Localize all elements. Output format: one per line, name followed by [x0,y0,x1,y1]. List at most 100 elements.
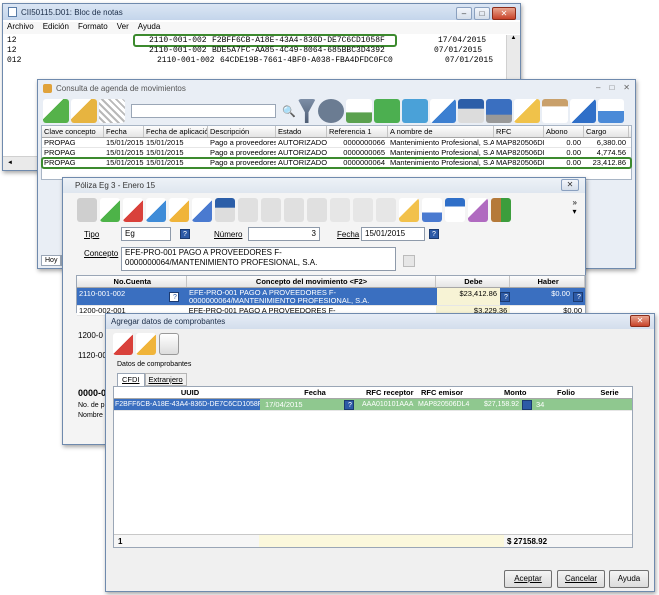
column-header[interactable]: Concepto del movimiento <F2> [187,276,436,287]
concepto-field[interactable]: EFE-PRO-001 PAGO A PROVEEDORES F- 000000… [121,247,396,271]
document-blue-icon[interactable] [569,99,596,123]
column-header[interactable]: Estado [276,126,327,137]
help-button[interactable]: Ayuda [609,570,649,588]
cfdi-grid-header: UUID Fecha RFC receptor RFC emisor Monto… [114,387,632,399]
menu-ver[interactable]: Ver [117,22,129,34]
poliza-toolbar [77,196,511,223]
page-arrow-icon[interactable] [376,197,396,222]
close-button[interactable]: ✕ [630,315,650,327]
delete-document-icon[interactable] [99,99,125,123]
tab-hoy[interactable]: Hoy [41,255,62,266]
cuenta-lookup-button[interactable]: ? [169,292,179,302]
cfdi-row[interactable]: F2BFF6CB-A18E-43A4-836D-DE7C6CD1058F 17/… [114,399,632,411]
monto-lookup-button[interactable] [522,400,532,410]
delete-red-icon[interactable] [123,197,143,222]
minimize-button[interactable]: – [596,83,600,92]
accept-button[interactable]: Aceptar [504,570,552,588]
new-icon[interactable] [77,197,97,222]
fecha-field[interactable]: 15/01/2015 [361,227,425,241]
column-header[interactable]: Serie [586,387,631,398]
column-header[interactable]: Haber [510,276,585,287]
table-row[interactable]: PROPAG 15/01/2015 15/01/2015 Pago a proveed… [42,138,631,148]
column-header[interactable]: RFC receptor [364,387,419,398]
exit-door-icon[interactable] [491,197,511,222]
folder-icon[interactable] [169,197,189,222]
edit-folder-icon[interactable] [513,99,540,123]
print-icon[interactable] [457,99,484,123]
folder-icon[interactable] [136,333,156,355]
menu-formato[interactable]: Formato [78,22,108,34]
delete-red-icon[interactable] [113,333,133,355]
monitor-icon[interactable] [485,99,512,123]
clipboard-icon[interactable] [541,99,568,123]
column-header[interactable]: Fecha [264,387,364,398]
fecha-lookup-button[interactable]: ? [344,400,354,410]
filter-icon[interactable] [297,99,316,123]
document-icon[interactable] [192,197,212,222]
column-header[interactable]: Abono [544,126,584,137]
column-header[interactable]: Debe [436,276,511,287]
page-gear-icon[interactable] [353,197,373,222]
tab-cfdi[interactable]: CFDI [117,373,145,386]
column-header[interactable]: No.Cuenta [77,276,187,287]
column-header[interactable]: UUID [114,387,264,398]
concepto-lookup-button[interactable] [403,255,415,267]
cancel-button[interactable]: Cancelar [557,570,605,588]
report-icon[interactable] [345,99,372,123]
nombre-label: Nombre [78,412,103,419]
arrow-icon [284,197,304,222]
tipo-lookup-button[interactable]: ? [180,229,190,239]
tab-extranjero[interactable]: Extranjero [144,373,187,386]
column-header[interactable]: Monto [502,387,544,398]
refresh-filter-icon[interactable] [317,99,344,123]
toolbar-overflow-icon[interactable]: » ▾ [573,198,577,216]
export-document-icon[interactable] [429,99,456,123]
search-icon[interactable]: 🔍 [282,105,296,118]
scroll-up-icon[interactable]: ▲ [507,35,520,41]
uuid-icon[interactable] [445,197,465,222]
bank-blue-icon[interactable] [401,99,428,123]
search-input[interactable] [131,104,276,118]
minimize-button[interactable]: – [456,7,472,20]
column-header[interactable]: RFC [494,126,544,137]
column-header[interactable]: Fecha de aplicación [144,126,208,137]
column-header[interactable]: Descripción [208,126,276,137]
print-icon[interactable] [215,197,235,222]
column-header[interactable]: Fecha [104,126,144,137]
menu-edicion[interactable]: Edición [43,22,69,34]
maximize-button[interactable]: □ [609,83,614,92]
copy-document-icon[interactable] [159,333,179,355]
fecha-picker-button[interactable]: ? [429,229,439,239]
close-button[interactable]: ✕ [623,83,630,92]
text-line: 012 2110-001-002 64CDE19B-7661-4BF0-A038… [7,56,494,65]
poliza-title: Póliza Eg 3 - Enero 15 [75,181,156,190]
edit-document-icon[interactable] [71,99,97,123]
debe-lookup-button[interactable]: ? [500,292,510,302]
user-monitor-icon[interactable] [597,99,624,123]
column-header[interactable]: Cargo [584,126,629,137]
column-header[interactable]: Referencia 1 [327,126,388,137]
table-row[interactable]: PROPAG 15/01/2015 15/01/2015 Pago a proveed… [42,148,631,158]
menu-ayuda[interactable]: Ayuda [138,22,161,34]
bank-green-icon[interactable] [373,99,400,123]
add-green-icon[interactable] [100,197,120,222]
tipo-field[interactable]: Eg [121,227,171,241]
add-document-icon[interactable] [43,99,69,123]
table-row-highlighted[interactable]: PROPAG 15/01/2015 15/01/2015 Pago a proveed… [41,157,632,169]
maximize-button[interactable]: □ [474,7,490,20]
column-header[interactable]: Folio [544,387,586,398]
rfc-icon[interactable] [422,197,442,222]
close-button[interactable]: ✕ [492,7,516,20]
numero-field[interactable]: 3 [248,227,320,241]
haber-lookup-button[interactable]: ? [573,292,583,302]
table-row-selected[interactable]: 2110-001-002 ? EFE-PRO-001 PAGO A PROVEE… [77,288,585,306]
close-button[interactable]: ✕ [561,179,579,191]
column-header[interactable]: A nombre de [388,126,494,137]
menu-archivo[interactable]: Archivo [7,22,34,34]
folder-open-icon[interactable] [399,197,419,222]
column-header[interactable]: RFC emisor [419,387,502,398]
edit-blue-icon[interactable] [146,197,166,222]
column-header[interactable]: Clave concepto [42,126,104,137]
page-icon[interactable] [330,197,350,222]
tag-icon[interactable] [468,197,488,222]
